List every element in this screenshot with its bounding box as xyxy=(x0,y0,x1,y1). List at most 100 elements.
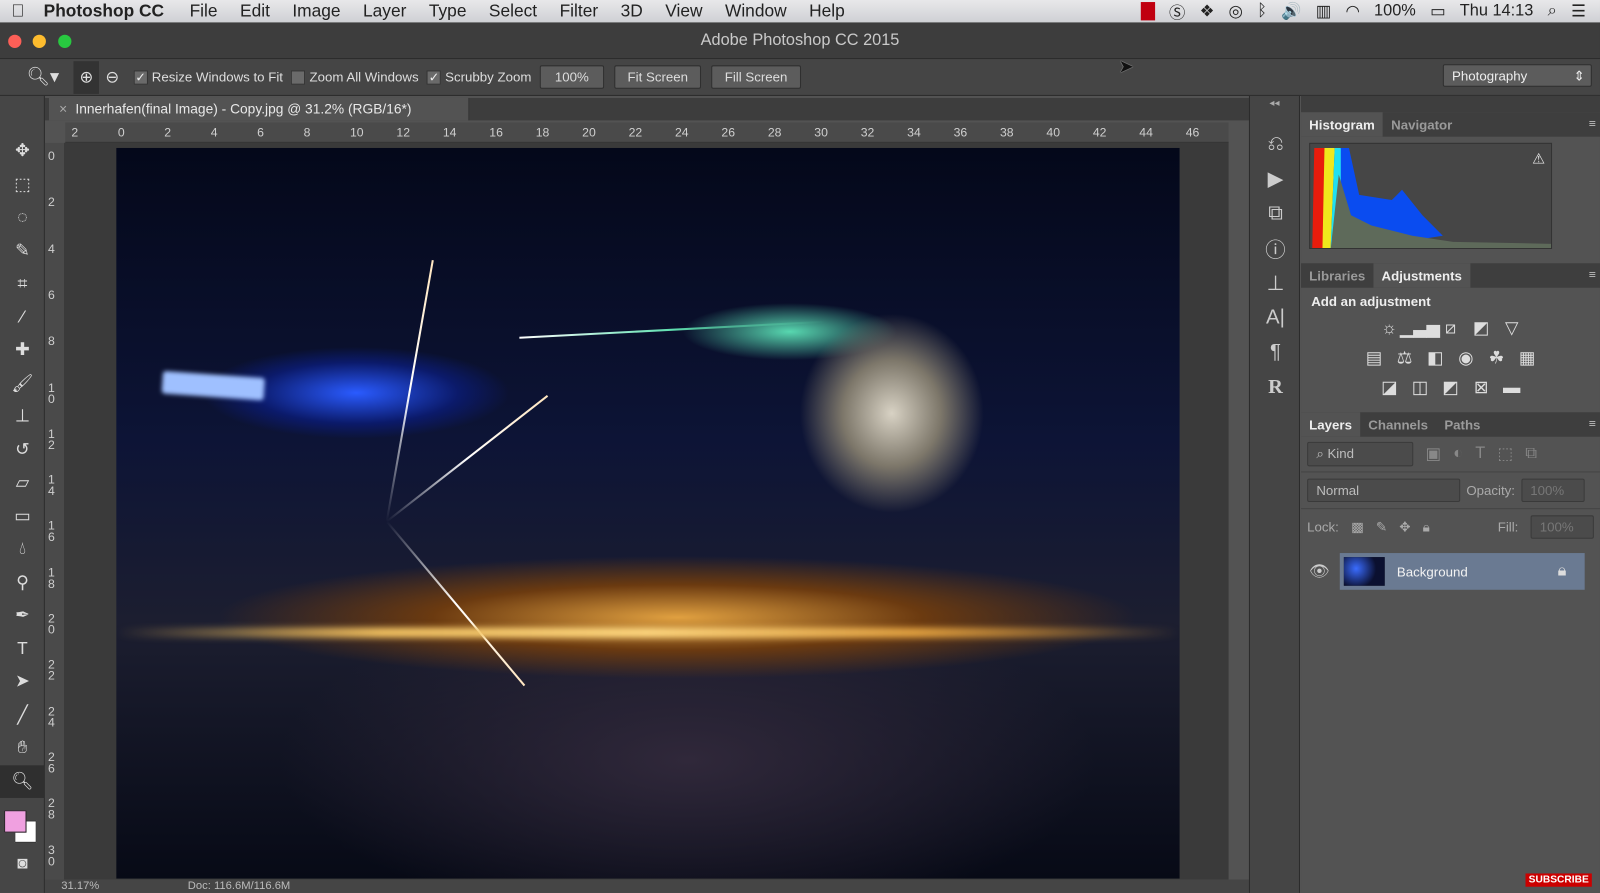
blur-tool[interactable]: 💧︎ xyxy=(0,533,45,566)
channel-mixer-icon[interactable]: ☘ xyxy=(1486,347,1507,368)
recording-icon[interactable] xyxy=(1140,2,1155,21)
history-brush-tool[interactable]: ↺ xyxy=(0,433,45,466)
paragraph-icon[interactable]: ¶ xyxy=(1250,335,1301,370)
menu-filter[interactable]: Filter xyxy=(548,1,609,21)
foreground-color-swatch[interactable] xyxy=(4,810,27,833)
color-balance-icon[interactable]: ⚖ xyxy=(1394,347,1415,368)
zoom-all-windows-checkbox[interactable]: Zoom All Windows xyxy=(291,69,419,85)
3d-icon[interactable]: ⧉ xyxy=(1250,196,1301,231)
character-icon[interactable]: A| xyxy=(1250,300,1301,335)
zoom-out-icon[interactable]: ⊖ xyxy=(105,67,119,87)
workspace-select[interactable]: Photography ⇕ xyxy=(1442,64,1592,87)
posterize-icon[interactable]: ◫ xyxy=(1409,377,1430,398)
clock[interactable]: Thu 14:13 xyxy=(1460,2,1534,20)
tab-channels[interactable]: Channels xyxy=(1360,412,1436,436)
brightness-contrast-icon[interactable]: ☼ xyxy=(1379,317,1400,338)
hand-tool[interactable]: ✋︎ xyxy=(0,732,45,765)
filter-smart-object-icon[interactable]: ⧉ xyxy=(1525,445,1537,463)
menu-window[interactable]: Window xyxy=(714,1,798,21)
document-tab[interactable]: × Innerhafen(final Image) - Copy.jpg @ 31… xyxy=(48,97,470,121)
brush-tool[interactable]: 🖌︎ xyxy=(0,367,45,400)
bluetooth-icon[interactable]: ᛒ xyxy=(1257,2,1267,20)
photo-filter-icon[interactable]: ◉ xyxy=(1455,347,1476,368)
path-select-tool[interactable]: ➤ xyxy=(0,665,45,698)
sync-icon[interactable]: ◎ xyxy=(1229,1,1243,21)
exposure-icon[interactable]: ◩ xyxy=(1470,317,1491,338)
blend-mode-select[interactable]: Normal xyxy=(1307,478,1461,503)
panel-menu-icon[interactable]: ≡ xyxy=(1589,416,1596,430)
wifi-icon[interactable]: ◠ xyxy=(1346,1,1360,21)
battery-icon[interactable]: ▭ xyxy=(1430,1,1445,21)
crop-tool[interactable]: ⌗ xyxy=(0,267,45,300)
menu-edit[interactable]: Edit xyxy=(229,1,281,21)
quick-mask-icon[interactable]: ◙ xyxy=(0,847,45,880)
resize-windows-checkbox[interactable]: ✓ Resize Windows to Fit xyxy=(133,69,283,85)
lock-image-icon[interactable]: ✎ xyxy=(1376,519,1387,535)
tab-layers[interactable]: Layers xyxy=(1301,412,1361,437)
color-lookup-icon[interactable]: ▦ xyxy=(1516,347,1537,368)
opacity-input[interactable]: 100% xyxy=(1521,478,1585,503)
selective-color-icon[interactable]: ⊠ xyxy=(1470,377,1491,398)
memory-icon[interactable]: ▥ xyxy=(1316,1,1331,21)
close-tab-icon[interactable]: × xyxy=(59,101,67,116)
fill-screen-button[interactable]: Fill Screen xyxy=(711,65,801,89)
zoom-in-icon[interactable]: ⊕ xyxy=(73,60,100,94)
menu-type[interactable]: Type xyxy=(418,1,478,21)
panel-menu-icon[interactable]: ≡ xyxy=(1589,267,1596,281)
battery-percent[interactable]: 100% xyxy=(1374,2,1416,20)
fill-input[interactable]: 100% xyxy=(1530,515,1594,539)
zoom-tool-preset-icon[interactable]: 🔍︎▾ xyxy=(27,66,60,87)
subscribe-overlay[interactable]: SUBSCRIBE xyxy=(1525,873,1592,887)
black-white-icon[interactable]: ◧ xyxy=(1424,347,1445,368)
move-tool[interactable]: ✥ xyxy=(0,135,45,168)
tab-adjustments[interactable]: Adjustments xyxy=(1373,263,1471,288)
threshold-icon[interactable]: ◩ xyxy=(1440,377,1461,398)
lock-transparent-icon[interactable]: ▩ xyxy=(1351,519,1364,535)
notification-center-icon[interactable]: ☰ xyxy=(1571,1,1586,21)
skype-icon[interactable]: Ⓢ xyxy=(1169,0,1185,23)
hue-saturation-icon[interactable]: ▤ xyxy=(1363,347,1384,368)
healing-tool[interactable]: ✚ xyxy=(0,334,45,367)
scrubby-zoom-checkbox[interactable]: ✓ Scrubby Zoom xyxy=(426,69,531,85)
layer-filter-select[interactable]: ⌕ Kind xyxy=(1307,441,1414,467)
layer-row[interactable]: 👁︎ Background 🔒︎ xyxy=(1309,553,1585,590)
spotlight-icon[interactable]: ⌕ xyxy=(1548,2,1557,20)
menu-layer[interactable]: Layer xyxy=(352,1,418,21)
vibrance-icon[interactable]: ▽ xyxy=(1501,317,1522,338)
dropbox-icon[interactable]: ❖ xyxy=(1200,1,1215,21)
lasso-tool[interactable]: ◌ xyxy=(0,201,45,234)
history-icon[interactable]: ⎌ xyxy=(1250,127,1301,162)
type-tool[interactable]: T xyxy=(0,632,45,665)
pen-tool[interactable]: ✒ xyxy=(0,599,45,632)
tab-navigator[interactable]: Navigator xyxy=(1383,112,1461,136)
collapse-dock-icon[interactable]: ◂◂ xyxy=(1250,96,1299,127)
menu-3d[interactable]: 3D xyxy=(609,1,654,21)
zoom-level[interactable]: 31.17% xyxy=(61,880,99,892)
lock-all-icon[interactable]: 🔒︎ xyxy=(1423,519,1430,535)
info-icon[interactable]: ⓘ xyxy=(1250,231,1301,266)
curves-icon[interactable]: ⧄ xyxy=(1440,317,1461,338)
close-window-button[interactable] xyxy=(8,34,22,48)
menu-select[interactable]: Select xyxy=(478,1,549,21)
menu-help[interactable]: Help xyxy=(798,1,856,21)
clone-source-icon[interactable]: ⊥ xyxy=(1250,265,1301,300)
actions-icon[interactable]: ▶ xyxy=(1250,161,1301,196)
tab-histogram[interactable]: Histogram xyxy=(1301,112,1383,137)
apple-icon[interactable]:  xyxy=(0,1,35,21)
fit-screen-button[interactable]: Fit Screen xyxy=(614,65,702,89)
tab-libraries[interactable]: Libraries xyxy=(1301,263,1373,287)
dodge-tool[interactable]: ⚲ xyxy=(0,566,45,599)
minimize-window-button[interactable] xyxy=(32,34,46,48)
lock-position-icon[interactable]: ✥ xyxy=(1399,519,1410,535)
gradient-tool[interactable]: ▭ xyxy=(0,499,45,532)
quick-select-tool[interactable]: ✎ xyxy=(0,234,45,267)
volume-icon[interactable]: 🔊 xyxy=(1281,1,1301,21)
filter-shape-icon[interactable]: ⬚ xyxy=(1498,444,1513,464)
invert-icon[interactable]: ◪ xyxy=(1379,377,1400,398)
marquee-tool[interactable]: ⬚ xyxy=(0,168,45,201)
stamp-tool[interactable]: ⊥ xyxy=(0,400,45,433)
eraser-tool[interactable]: ▱ xyxy=(0,466,45,499)
zoom-tool[interactable]: 🔍︎ xyxy=(0,764,45,798)
menu-image[interactable]: Image xyxy=(281,1,352,21)
visibility-eye-icon[interactable]: 👁︎ xyxy=(1309,561,1330,581)
